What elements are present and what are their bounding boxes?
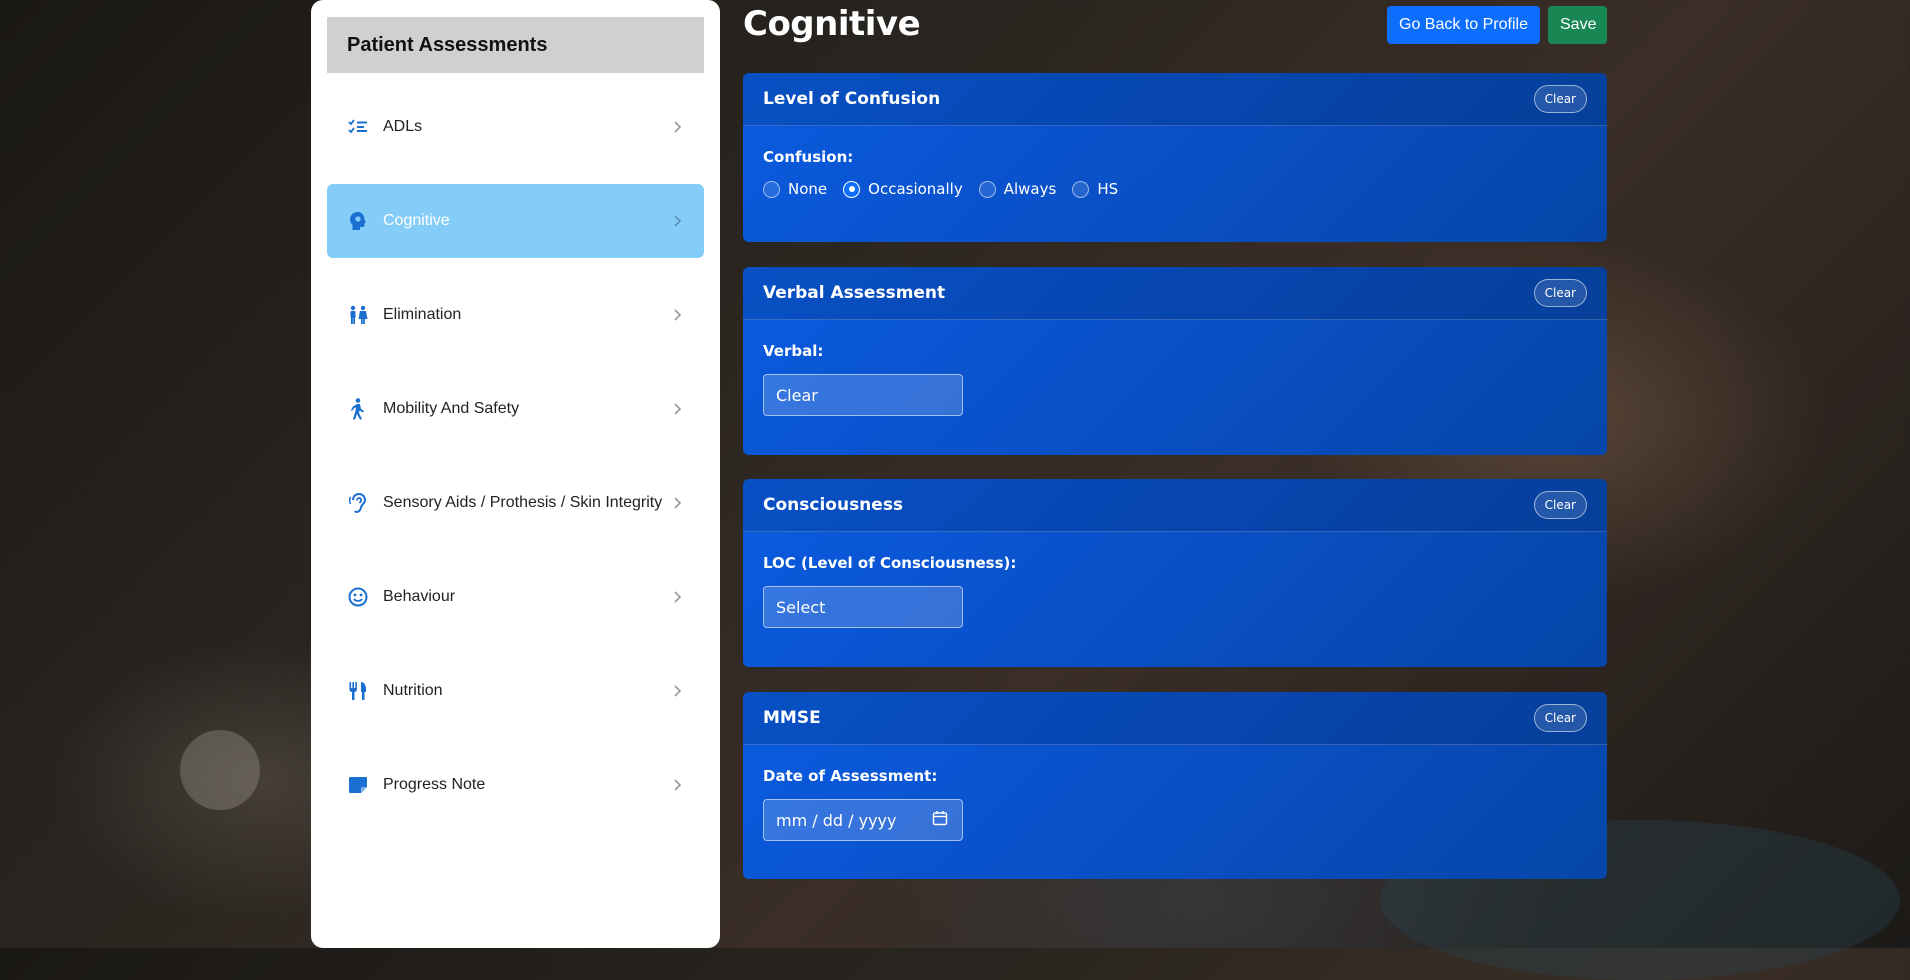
radio-label: None xyxy=(788,180,828,198)
card-header: MMSE Clear xyxy=(743,692,1607,745)
card-title: Verbal Assessment xyxy=(763,283,946,303)
radio-option-always[interactable]: Always xyxy=(978,180,1057,198)
radio-button-none[interactable] xyxy=(763,180,780,198)
sidebar-item-behaviour[interactable]: Behaviour xyxy=(327,560,704,634)
calendar-icon[interactable] xyxy=(932,810,948,830)
clear-consciousness-button[interactable]: Clear xyxy=(1533,491,1587,519)
sidebar-item-label: Behaviour xyxy=(383,588,456,605)
radio-button-occasionally[interactable] xyxy=(843,180,861,198)
verbal-label: Verbal: xyxy=(763,342,824,360)
checklist-icon xyxy=(347,116,369,138)
sidebar-item-cognitive[interactable]: Cognitive xyxy=(327,184,704,258)
radio-button-hs[interactable] xyxy=(1072,180,1090,198)
background-stethoscope-shape xyxy=(180,730,260,810)
confusion-radio-group: None Occasionally Always HS xyxy=(763,180,1587,198)
sidebar-item-nutrition[interactable]: Nutrition xyxy=(327,654,704,728)
card-body: Confusion: None Occasionally Always HS xyxy=(743,126,1607,220)
date-of-assessment-label: Date of Assessment: xyxy=(763,767,938,785)
radio-label: Always xyxy=(1003,180,1057,198)
date-of-assessment-input[interactable]: mm / dd / yyyy xyxy=(763,799,963,841)
level-of-confusion-card: Level of Confusion Clear Confusion: None… xyxy=(743,73,1607,242)
sidebar-title: Patient Assessments xyxy=(347,33,548,56)
brain-head-icon xyxy=(347,210,369,232)
card-header: Consciousness Clear xyxy=(743,479,1607,532)
note-icon xyxy=(347,774,369,796)
fork-knife-icon xyxy=(347,680,369,702)
go-back-to-profile-button[interactable]: Go Back to Profile xyxy=(1387,6,1540,44)
sidebar-item-label: Progress Note xyxy=(383,776,486,793)
date-placeholder: mm / dd / yyyy xyxy=(776,810,897,830)
sidebar-item-label: Sensory Aids / Prothesis / Skin Integrit… xyxy=(383,494,663,511)
clear-verbal-button[interactable]: Clear xyxy=(1533,279,1587,307)
sidebar-item-label: Nutrition xyxy=(383,682,443,699)
chevron-right-icon xyxy=(674,214,684,228)
radio-option-none[interactable]: None xyxy=(763,180,827,198)
card-title: MMSE xyxy=(763,708,821,728)
card-body: Date of Assessment: mm / dd / yyyy xyxy=(743,745,1607,863)
sidebar-item-label: ADLs xyxy=(383,118,423,135)
sidebar-item-progress-note[interactable]: Progress Note xyxy=(327,748,704,822)
consciousness-card: Consciousness Clear LOC (Level of Consci… xyxy=(743,479,1607,667)
card-body: LOC (Level of Consciousness): Select xyxy=(743,532,1607,650)
sidebar-item-adls[interactable]: ADLs xyxy=(327,90,704,164)
chevron-right-icon xyxy=(674,308,684,322)
radio-option-hs[interactable]: HS xyxy=(1072,180,1118,198)
hearing-icon xyxy=(347,492,369,514)
confusion-label: Confusion: xyxy=(763,148,854,166)
save-button[interactable]: Save xyxy=(1548,6,1607,44)
clear-mmse-button[interactable]: Clear xyxy=(1533,704,1587,732)
sidebar-item-sensory-aids[interactable]: Sensory Aids / Prothesis / Skin Integrit… xyxy=(327,466,704,540)
chevron-right-icon xyxy=(674,496,684,510)
page-title: Cognitive xyxy=(743,4,921,44)
verbal-assessment-card: Verbal Assessment Clear Verbal: Clear xyxy=(743,267,1607,455)
card-title: Consciousness xyxy=(763,495,904,515)
verbal-select-value: Clear xyxy=(776,385,818,405)
card-header: Level of Confusion Clear xyxy=(743,73,1607,126)
radio-label: HS xyxy=(1097,180,1119,198)
chevron-right-icon xyxy=(674,684,684,698)
chevron-right-icon xyxy=(674,778,684,792)
clear-confusion-button[interactable]: Clear xyxy=(1533,85,1587,113)
card-body: Verbal: Clear xyxy=(743,320,1607,438)
sidebar-item-label: Elimination xyxy=(383,306,462,323)
sidebar-header: Patient Assessments xyxy=(327,17,704,73)
radio-label: Occasionally xyxy=(868,180,963,198)
card-header: Verbal Assessment Clear xyxy=(743,267,1607,320)
mmse-card: MMSE Clear Date of Assessment: mm / dd /… xyxy=(743,692,1607,879)
radio-option-occasionally[interactable]: Occasionally xyxy=(843,180,963,198)
chevron-right-icon xyxy=(674,402,684,416)
chevron-right-icon xyxy=(674,590,684,604)
restroom-icon xyxy=(347,304,369,326)
loc-label: LOC (Level of Consciousness): xyxy=(763,554,1017,572)
radio-button-always[interactable] xyxy=(978,180,996,198)
verbal-select[interactable]: Clear xyxy=(763,374,963,416)
loc-select[interactable]: Select xyxy=(763,586,963,628)
smile-icon xyxy=(347,586,369,608)
sidebar-item-label: Cognitive xyxy=(383,212,450,229)
assessment-sidebar: Patient Assessments ADLs Cognitive Elimi… xyxy=(311,0,720,948)
chevron-right-icon xyxy=(674,120,684,134)
sidebar-item-label: Mobility And Safety xyxy=(383,400,520,417)
sidebar-item-mobility-and-safety[interactable]: Mobility And Safety xyxy=(327,372,704,446)
sidebar-item-elimination[interactable]: Elimination xyxy=(327,278,704,352)
card-title: Level of Confusion xyxy=(763,89,941,109)
loc-select-value: Select xyxy=(776,597,826,617)
walking-person-icon xyxy=(347,398,369,420)
